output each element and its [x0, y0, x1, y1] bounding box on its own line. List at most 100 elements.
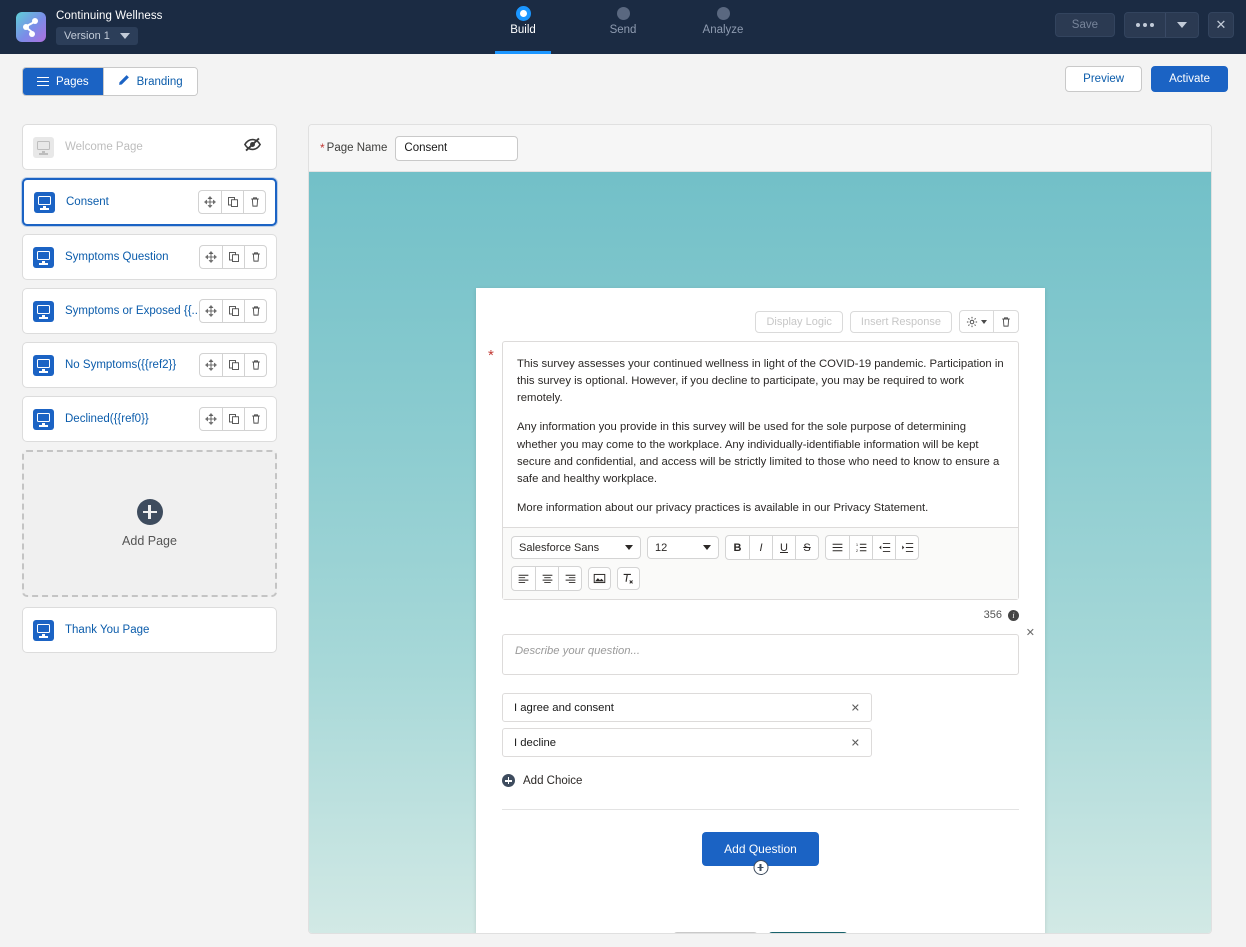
next-button[interactable]: Next: [768, 932, 848, 933]
remove-formatting-button[interactable]: [617, 567, 640, 591]
tab-build-dot-icon: [516, 7, 530, 20]
page-actions: [198, 190, 266, 214]
remove-choice-icon[interactable]: ✕: [851, 736, 860, 749]
close-button[interactable]: ✕: [1208, 12, 1234, 38]
chevron-down-icon: [1177, 22, 1187, 28]
sidebar-item-declined[interactable]: Declined({{ref0}}: [22, 396, 277, 442]
duplicate-icon[interactable]: [222, 354, 244, 376]
align-center-icon: [542, 575, 552, 584]
sidebar-item-label: Thank You Page: [65, 624, 150, 636]
segment-branding[interactable]: Branding: [102, 68, 197, 95]
chevron-down-icon: [981, 319, 987, 324]
bold-button[interactable]: B: [726, 536, 749, 559]
save-button[interactable]: Save: [1054, 13, 1115, 37]
tab-analyze[interactable]: Analyze: [695, 0, 751, 54]
insert-response-button[interactable]: Insert Response: [849, 310, 952, 333]
eye-off-icon[interactable]: [243, 135, 262, 159]
rich-text-toolbar: Salesforce Sans 12 B I U S 1 2: [503, 527, 1018, 600]
delete-icon[interactable]: [243, 191, 265, 213]
italic-button[interactable]: I: [749, 536, 772, 560]
svg-text:1: 1: [855, 542, 858, 547]
preview-activate-actions: Preview Activate: [1065, 66, 1228, 92]
top-bar-actions: Save ✕: [1054, 12, 1234, 38]
tab-build[interactable]: Build: [495, 0, 551, 54]
align-right-button[interactable]: [558, 567, 581, 591]
survey-card: Display Logic Insert Response * This sur…: [476, 288, 1045, 933]
choice-label: I agree and consent: [514, 701, 614, 714]
info-icon[interactable]: i: [1008, 609, 1019, 621]
delete-icon[interactable]: [244, 246, 266, 268]
overflow-dropdown-button[interactable]: [1165, 13, 1198, 37]
numbered-list-icon: 12: [855, 542, 866, 553]
delete-icon[interactable]: [244, 300, 266, 322]
remove-choice-icon[interactable]: ✕: [851, 701, 860, 714]
delete-icon[interactable]: [244, 408, 266, 430]
activate-button[interactable]: Activate: [1151, 66, 1228, 92]
choice-item[interactable]: I agree and consent ✕: [502, 693, 872, 723]
move-icon[interactable]: [200, 408, 222, 430]
sidebar-item-label: Welcome Page: [65, 141, 143, 153]
survey-navigation: Previous Next: [476, 932, 1045, 933]
sidebar-item-consent[interactable]: Consent: [22, 178, 277, 226]
sidebar-item-symptoms-question[interactable]: Symptoms Question: [22, 234, 277, 280]
bulleted-list-button[interactable]: [826, 536, 849, 559]
delete-icon[interactable]: [244, 354, 266, 376]
close-icon: ✕: [1215, 17, 1227, 32]
move-icon[interactable]: [200, 246, 222, 268]
duplicate-icon[interactable]: [222, 246, 244, 268]
outdent-button[interactable]: [872, 536, 895, 560]
add-choice-button[interactable]: Add Choice: [476, 763, 1045, 788]
align-left-icon: [518, 575, 529, 584]
move-icon[interactable]: [200, 300, 222, 322]
font-size-select[interactable]: 12: [647, 536, 719, 560]
consent-paragraph-3: More information about our privacy pract…: [517, 502, 929, 515]
add-page-label: Add Page: [122, 534, 177, 548]
add-question-plus-icon[interactable]: [753, 860, 768, 876]
more-actions-button[interactable]: [1125, 13, 1165, 37]
sub-toolbar: Pages Branding Preview Activate: [0, 54, 1246, 108]
previous-button[interactable]: Previous: [673, 932, 759, 933]
bold-icon: B: [733, 541, 742, 554]
align-left-button[interactable]: [512, 567, 535, 590]
page-screen-icon: [33, 408, 54, 430]
rich-text-content[interactable]: This survey assesses your continued well…: [503, 342, 1018, 527]
ellipsis-icon: [1136, 23, 1154, 27]
strikethrough-icon: S: [803, 541, 811, 554]
delete-question-button[interactable]: [993, 311, 1018, 332]
display-logic-button[interactable]: Display Logic: [755, 310, 843, 333]
segment-pages[interactable]: Pages: [23, 68, 103, 95]
sidebar-item-symptoms-or-exposed[interactable]: Symptoms or Exposed {{...: [22, 288, 277, 334]
choices-list: I agree and consent ✕ I decline ✕: [476, 680, 1045, 758]
duplicate-icon[interactable]: [222, 408, 244, 430]
remove-description-icon[interactable]: ✕: [1026, 626, 1035, 639]
sidebar-item-thank-you-page[interactable]: Thank You Page: [22, 607, 277, 653]
numbered-list-button[interactable]: 12: [849, 536, 872, 560]
list-indent-group: 12: [825, 535, 919, 561]
duplicate-icon[interactable]: [221, 191, 243, 213]
add-page-button[interactable]: Add Page: [22, 450, 277, 597]
strikethrough-button[interactable]: S: [795, 536, 818, 560]
move-icon[interactable]: [199, 191, 221, 213]
question-description-input[interactable]: [502, 634, 1019, 676]
preview-button[interactable]: Preview: [1065, 66, 1143, 92]
indent-button[interactable]: [895, 536, 918, 560]
move-icon[interactable]: [200, 354, 222, 376]
settings-gear-button[interactable]: [960, 311, 993, 332]
sidebar-item-no-symptoms[interactable]: No Symptoms({{ref2}}: [22, 342, 277, 388]
align-center-button[interactable]: [535, 567, 558, 591]
plus-icon: [502, 774, 515, 788]
page-name-input[interactable]: [395, 135, 519, 161]
underline-button[interactable]: U: [772, 536, 795, 560]
tab-send[interactable]: Send: [595, 0, 651, 54]
choice-item[interactable]: I decline ✕: [502, 728, 872, 758]
add-question-wrapper: Add Question: [476, 832, 1045, 876]
sidebar-item-welcome-page[interactable]: Welcome Page: [22, 124, 277, 170]
rich-text-editor: This survey assesses your continued well…: [502, 341, 1019, 601]
duplicate-icon[interactable]: [222, 300, 244, 322]
font-family-select[interactable]: Salesforce Sans: [511, 536, 641, 560]
tab-analyze-dot-icon: [716, 7, 730, 20]
outdent-icon: [878, 543, 890, 553]
align-right-icon: [565, 575, 575, 584]
section-divider: [502, 809, 1019, 811]
insert-image-button[interactable]: [588, 567, 611, 591]
